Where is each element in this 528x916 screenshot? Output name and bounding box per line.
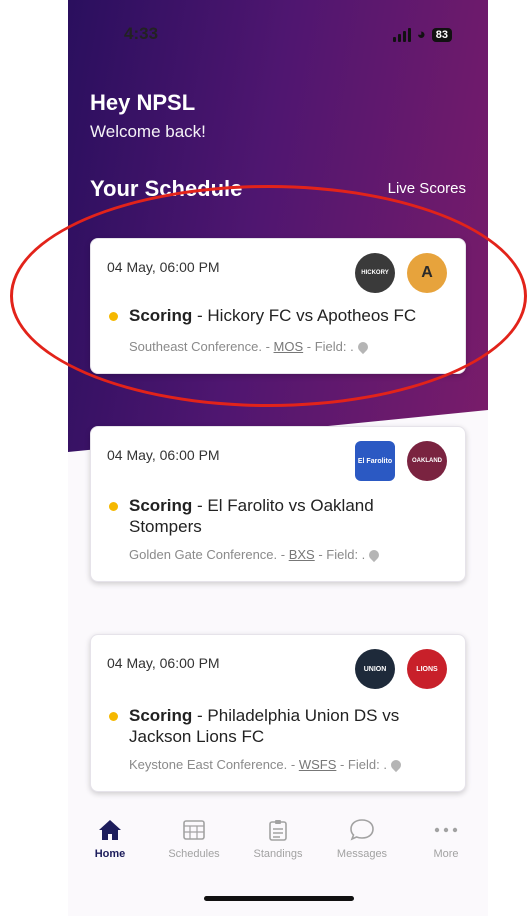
tab-label: Standings	[253, 848, 303, 860]
conference: Golden Gate Conference. -	[129, 547, 289, 562]
oakland-logo-icon: OAKLAND	[407, 441, 447, 481]
el-farolito-logo-icon: El Farolito	[355, 441, 395, 481]
status-bar: 4:33 ◕ 83	[68, 22, 488, 50]
apotheos-logo-icon: A	[407, 253, 447, 293]
greeting-subtitle: Welcome back!	[90, 122, 206, 141]
tab-label: Messages	[336, 848, 388, 860]
signal-icon	[392, 27, 411, 42]
tab-standings[interactable]: Standings	[239, 818, 317, 878]
conference: Southeast Conference. -	[129, 339, 274, 354]
status-icons: ◕ 83	[392, 26, 452, 43]
field: - Field: .	[303, 339, 354, 354]
match-card[interactable]: 04 May, 06:00 PM El Farolito OAKLAND Sco…	[90, 426, 466, 582]
clipboard-icon	[265, 818, 291, 842]
match-title: Scoring - Philadelphia Union DS vs Jacks…	[107, 705, 449, 747]
match-meta: Southeast Conference. - MOS - Field: .	[129, 339, 370, 355]
tab-bar: Home Schedules Standings Messages More	[68, 818, 488, 878]
location-pin-icon[interactable]	[355, 339, 370, 355]
venue-link[interactable]: MOS	[274, 339, 304, 354]
venue-link[interactable]: WSFS	[299, 757, 337, 772]
match-title: Scoring - Hickory FC vs Apotheos FC	[107, 305, 449, 326]
match-status: Scoring	[129, 306, 193, 325]
battery-icon: 83	[431, 27, 452, 42]
match-status: Scoring	[129, 496, 193, 515]
tab-messages[interactable]: Messages	[323, 818, 401, 878]
match-meta: Keystone East Conference. - WSFS - Field…	[129, 757, 404, 773]
status-dot	[109, 502, 118, 511]
match-status: Scoring	[129, 706, 193, 725]
wifi-icon: ◕	[416, 26, 426, 43]
calendar-icon	[181, 818, 207, 842]
match-card[interactable]: 04 May, 06:00 PM UNION LIONS Scoring - P…	[90, 634, 466, 792]
field: - Field: .	[336, 757, 387, 772]
home-icon	[97, 818, 123, 842]
location-pin-icon[interactable]	[367, 547, 382, 563]
status-time: 4:33	[124, 24, 159, 43]
chat-bubble-icon	[349, 818, 375, 842]
match-date: 04 May, 06:00 PM	[107, 655, 220, 671]
match-meta: Golden Gate Conference. - BXS - Field: .	[129, 547, 382, 563]
match-teams: - Hickory FC vs Apotheos FC	[192, 306, 417, 325]
greeting: Hey NPSL Welcome back!	[90, 90, 206, 142]
schedule-title: Your Schedule	[90, 176, 243, 201]
hickory-logo-icon: HICKORY	[355, 253, 395, 293]
more-dots-icon	[433, 818, 459, 842]
match-title: Scoring - El Farolito vs Oakland Stomper…	[107, 495, 449, 537]
match-date: 04 May, 06:00 PM	[107, 447, 220, 463]
team-logos: UNION LIONS	[355, 649, 447, 689]
home-indicator[interactable]	[204, 896, 354, 901]
team-logos: El Farolito OAKLAND	[355, 441, 447, 481]
greeting-title: Hey NPSL	[90, 90, 196, 115]
jackson-lions-logo-icon: LIONS	[407, 649, 447, 689]
live-scores-link[interactable]: Live Scores	[388, 180, 466, 197]
tab-schedules[interactable]: Schedules	[155, 818, 233, 878]
tab-more[interactable]: More	[407, 818, 485, 878]
union-logo-icon: UNION	[355, 649, 395, 689]
match-card[interactable]: 04 May, 06:00 PM HICKORY A Scoring - Hic…	[90, 238, 466, 374]
field: - Field: .	[314, 547, 366, 562]
team-logos: HICKORY A	[355, 253, 447, 293]
venue-link[interactable]: BXS	[289, 547, 315, 562]
tab-label: Schedules	[168, 848, 220, 860]
location-pin-icon[interactable]	[388, 757, 404, 773]
header-background	[68, 0, 488, 452]
tab-label: Home	[94, 848, 126, 860]
match-date: 04 May, 06:00 PM	[107, 259, 220, 275]
conference: Keystone East Conference. -	[129, 757, 299, 772]
status-dot	[109, 312, 118, 321]
tab-home[interactable]: Home	[71, 818, 149, 878]
tab-label: More	[433, 848, 459, 860]
status-dot	[109, 712, 118, 721]
app-screen: 4:33 ◕ 83 Hey NPSL Welcome back! Your Sc…	[68, 0, 488, 916]
